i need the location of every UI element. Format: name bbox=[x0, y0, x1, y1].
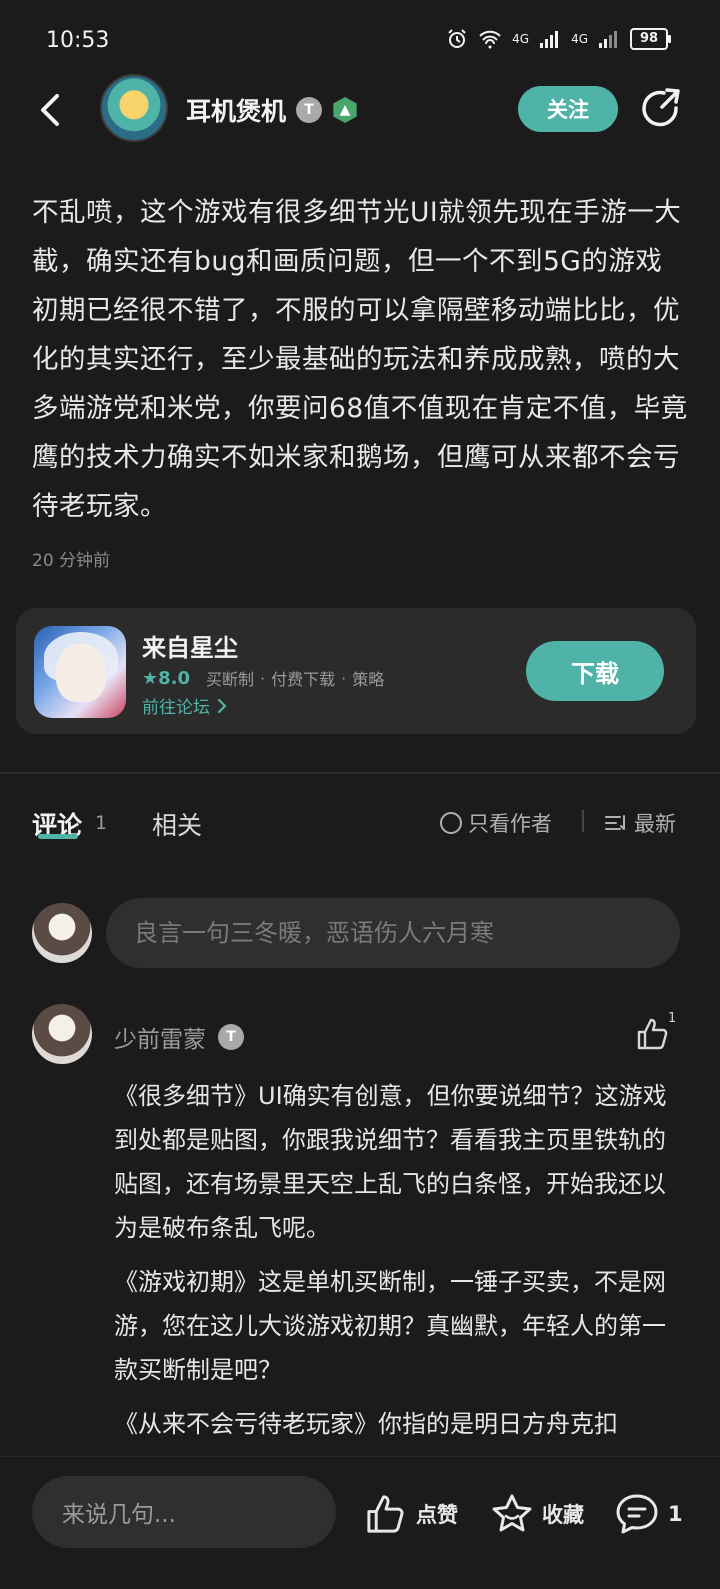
commenter-name-text: 少前雷蒙 bbox=[114, 1027, 206, 1053]
game-tag: 买断制 bbox=[206, 670, 255, 689]
author-name[interactable]: 耳机煲机 T ▲ bbox=[186, 92, 358, 128]
tag-dot: · bbox=[260, 668, 266, 688]
game-title[interactable]: 来自星尘 bbox=[142, 628, 238, 663]
battery-icon: 98 bbox=[630, 28, 671, 50]
download-button[interactable]: 下载 bbox=[526, 641, 664, 701]
comment-count-button[interactable]: 1 bbox=[614, 1492, 683, 1536]
commenter-avatar[interactable] bbox=[32, 1004, 92, 1064]
my-avatar bbox=[32, 903, 92, 963]
game-icon[interactable] bbox=[34, 626, 126, 718]
status-icons: 4G 4G 98 bbox=[446, 28, 671, 50]
like-label: 点赞 bbox=[416, 1503, 458, 1527]
tab-related[interactable]: 相关 bbox=[152, 806, 202, 842]
status-time: 10:53 bbox=[46, 28, 110, 53]
star-outline-icon bbox=[492, 1494, 532, 1532]
chevron-right-icon bbox=[217, 698, 227, 713]
forum-link[interactable]: 前往论坛 bbox=[142, 693, 228, 718]
game-tag: 策略 bbox=[352, 670, 385, 689]
comment-bubble-icon bbox=[616, 1494, 658, 1534]
thumb-badge-icon: ▲ bbox=[333, 97, 357, 123]
author-only-toggle[interactable]: 只看作者 bbox=[440, 808, 552, 838]
separator bbox=[582, 810, 584, 832]
author-avatar[interactable] bbox=[100, 74, 168, 142]
game-score-value: 8.0 bbox=[158, 667, 191, 689]
post-time: 20 分钟前 bbox=[32, 551, 111, 571]
bottom-comment-input[interactable]: 来说几句... bbox=[32, 1476, 336, 1548]
star-icon: ★ bbox=[142, 667, 159, 689]
sort-icon bbox=[605, 815, 625, 830]
comment-like-count: 1 bbox=[668, 1011, 677, 1026]
tab-active-indicator bbox=[38, 834, 78, 839]
game-tag: 付费下载 bbox=[271, 670, 336, 689]
game-score: ★8.0 bbox=[142, 668, 190, 689]
level-badge-icon: T bbox=[296, 97, 323, 123]
comment-count: 1 bbox=[668, 1502, 683, 1526]
signal-icon-2 bbox=[599, 31, 617, 48]
network-label-1: 4G bbox=[512, 32, 530, 46]
author-name-text: 耳机煲机 bbox=[186, 97, 287, 126]
share-icon[interactable] bbox=[638, 86, 684, 132]
tab-comments-count: 1 bbox=[95, 812, 108, 834]
wifi-icon bbox=[479, 30, 501, 49]
post-text: 不乱喷，这个游戏有很多细节光UI就领先现在手游一大截，确实还有bug和画质问题，… bbox=[32, 197, 688, 522]
commenter-name[interactable]: 少前雷蒙 T bbox=[114, 1020, 244, 1054]
signal-icon bbox=[540, 31, 559, 48]
forum-link-label: 前往论坛 bbox=[142, 698, 210, 718]
thumbs-up-icon[interactable] bbox=[634, 1016, 670, 1052]
comment-input[interactable] bbox=[106, 898, 680, 968]
alarm-icon bbox=[448, 29, 466, 48]
network-label-2: 4G bbox=[571, 32, 588, 46]
favorite-button[interactable]: 收藏 bbox=[490, 1492, 584, 1536]
thumbs-up-icon bbox=[367, 1495, 404, 1533]
comment-paragraph: 《很多细节》UI确实有创意，但你要说细节？这游戏到处都是贴图，你跟我说细节？看看… bbox=[114, 1082, 667, 1242]
comment-paragraph: 《游戏初期》这是单机买断制，一锤子买卖，不是网游，您在这儿大谈游戏初期？真幽默，… bbox=[114, 1268, 666, 1384]
like-button[interactable]: 点赞 bbox=[364, 1492, 458, 1536]
tag-dot: · bbox=[341, 668, 347, 688]
sort-toggle[interactable]: 最新 bbox=[604, 808, 676, 838]
radio-circle-icon bbox=[440, 812, 462, 834]
level-badge-icon: T bbox=[218, 1024, 244, 1050]
divider bbox=[0, 772, 720, 774]
sort-label: 最新 bbox=[634, 812, 676, 836]
favorite-label: 收藏 bbox=[542, 1503, 584, 1527]
follow-button[interactable]: 关注 bbox=[518, 86, 618, 132]
author-only-label: 只看作者 bbox=[468, 812, 552, 836]
back-icon[interactable] bbox=[30, 88, 74, 132]
comment-paragraph: 《从来不会亏待老玩家》你指的是明日方舟克扣 bbox=[114, 1410, 618, 1438]
game-meta: ★8.0 买断制 · 付费下载 · 策略 bbox=[142, 666, 384, 690]
comment-body: 《很多细节》UI确实有创意，但你要说细节？这游戏到处都是贴图，你跟我说细节？看看… bbox=[114, 1074, 686, 1456]
